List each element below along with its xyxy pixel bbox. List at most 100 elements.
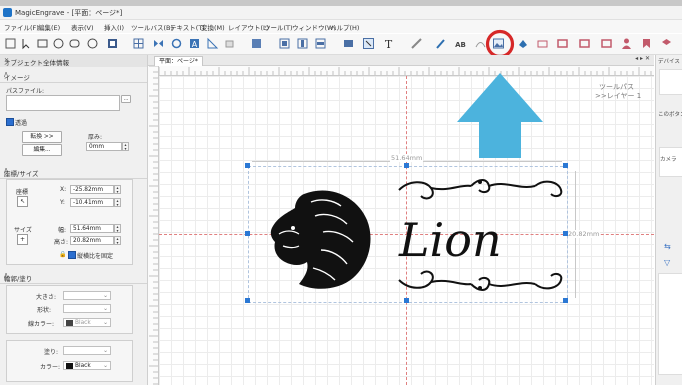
tab-controls[interactable]: ◂ ▸ ✕ xyxy=(635,55,650,62)
height-label: 高さ: xyxy=(54,239,69,246)
object-properties-panel: オブジェクト全体情報 ✕ イメージ ᐱ パスファイル: ... 透過 転換 >>… xyxy=(0,55,148,385)
shape-icon[interactable] xyxy=(224,37,237,50)
anchor-point-icon[interactable]: ↖ xyxy=(17,196,28,207)
select-frame-icon[interactable] xyxy=(362,37,375,50)
color-swatch-icon xyxy=(66,362,73,369)
bookmark-icon[interactable] xyxy=(640,37,653,50)
menu-view[interactable]: 表示(V) xyxy=(71,22,94,32)
engrave-icon[interactable] xyxy=(536,37,549,50)
menu-file[interactable]: ファイル(F) xyxy=(4,22,39,32)
text-tool-icon[interactable]: T xyxy=(382,37,395,50)
fill-icon[interactable] xyxy=(516,37,529,50)
transparent-checkbox[interactable] xyxy=(6,118,14,126)
edit-button[interactable]: 編集... xyxy=(22,144,62,156)
refresh-icon[interactable]: ⇆ xyxy=(664,242,671,251)
resize-handle-top[interactable] xyxy=(404,163,409,168)
align-left-icon[interactable] xyxy=(278,37,291,50)
grid-icon[interactable] xyxy=(132,37,145,50)
measure-icon[interactable] xyxy=(206,37,219,50)
horizontal-ruler xyxy=(159,66,654,76)
frame-icon-2[interactable] xyxy=(578,37,591,50)
ellipse-icon[interactable] xyxy=(52,37,65,50)
y-input[interactable]: -10.41mm xyxy=(70,198,114,207)
outline-color-select[interactable]: Black ⌄ xyxy=(63,318,111,327)
width-label: 幅: xyxy=(58,227,67,234)
collapse-icon[interactable]: ᐱ xyxy=(4,168,141,175)
browse-button[interactable]: ... xyxy=(121,95,131,103)
menu-help[interactable]: ヘルプ(H) xyxy=(330,22,359,32)
path-file-label: パスファイル: xyxy=(6,88,45,95)
circle-icon[interactable] xyxy=(86,37,99,50)
design-canvas[interactable]: ツールパス >>レイヤー 1 51.64mm 20.82mm Lion xyxy=(159,76,654,385)
pointer-icon[interactable] xyxy=(20,37,33,50)
ornament-top xyxy=(398,179,563,200)
menu-transform[interactable]: 変換(M) xyxy=(201,22,225,32)
frame-icon-1[interactable] xyxy=(556,37,569,50)
align-right-icon[interactable] xyxy=(314,37,327,50)
svg-text:T: T xyxy=(385,38,393,50)
align-center-icon[interactable] xyxy=(296,37,309,50)
outline-fill-section-header[interactable]: 輪郭/塗り ᐱ xyxy=(0,271,147,284)
size-anchor-icon[interactable]: + xyxy=(17,234,28,245)
resize-handle-top-right[interactable] xyxy=(563,163,568,168)
lion-logo-artwork[interactable]: Lion xyxy=(249,176,569,296)
height-stepper[interactable]: ▴ ▾ xyxy=(114,236,121,245)
lock-ratio-checkbox[interactable] xyxy=(68,251,76,259)
image-section-header[interactable]: イメージ ᐱ xyxy=(0,70,147,83)
tab-page[interactable]: 平面：ページ* xyxy=(154,56,203,66)
person-icon[interactable] xyxy=(620,37,633,50)
x-input[interactable]: -25.82mm xyxy=(70,185,114,194)
convert-button[interactable]: 転換 >> xyxy=(22,131,62,143)
layers-icon[interactable] xyxy=(660,37,673,50)
resize-handle-bottom[interactable] xyxy=(404,298,409,303)
fill-color-select[interactable]: Black ⌄ xyxy=(63,361,111,370)
y-label: Y: xyxy=(60,199,65,206)
rectangle-icon[interactable] xyxy=(36,37,49,50)
width-stepper[interactable]: ▴ ▾ xyxy=(114,224,121,233)
menu-toolpath[interactable]: ツールバス(B) xyxy=(131,22,173,32)
frame-icon-3[interactable] xyxy=(600,37,613,50)
geometry-section-header[interactable]: 座標/サイズ ᐱ xyxy=(0,166,147,179)
path-file-field[interactable] xyxy=(6,95,120,111)
rotate-icon[interactable] xyxy=(170,37,183,50)
layer-label-layer: >>レイヤー 1 xyxy=(595,92,642,100)
thickness-input[interactable]: 0mm xyxy=(86,142,122,151)
thickness-label: 厚み: xyxy=(88,134,103,141)
pattern-icon[interactable] xyxy=(106,37,119,50)
lock-ratio-label: 縦横比を固定 xyxy=(77,253,114,260)
group-icon[interactable] xyxy=(342,37,355,50)
pin-icon[interactable]: ✕ xyxy=(4,57,141,64)
y-stepper[interactable]: ▴ ▾ xyxy=(114,198,121,207)
svg-text:A: A xyxy=(192,40,198,49)
device-item-2[interactable]: カメラ xyxy=(660,155,677,163)
resize-handle-bottom-right[interactable] xyxy=(563,298,568,303)
menu-edit[interactable]: 編集(E) xyxy=(38,22,60,32)
laser-icon[interactable] xyxy=(434,37,447,50)
rounded-rect-icon[interactable] xyxy=(68,37,81,50)
outline-size-select[interactable]: ⌄ xyxy=(63,291,111,300)
text-icon[interactable]: A xyxy=(188,37,201,50)
thickness-stepper[interactable]: ▴ ▾ xyxy=(122,142,129,151)
ab-text-icon[interactable]: AB xyxy=(454,37,467,50)
collapse-icon[interactable]: ᐱ xyxy=(4,273,141,280)
height-input[interactable]: 20.82mm xyxy=(70,236,114,245)
menu-text[interactable]: テキスト(T) xyxy=(170,22,205,32)
menu-bar: ファイル(F) 編集(E) 表示(V) 挿入(I) ツールバス(B) テキスト(… xyxy=(0,20,682,33)
x-stepper[interactable]: ▴ ▾ xyxy=(114,185,121,194)
outline-shape-select[interactable]: ⌄ xyxy=(63,304,111,313)
svg-text:AB: AB xyxy=(455,41,466,49)
resize-handle-bottom-left[interactable] xyxy=(245,298,250,303)
new-icon[interactable] xyxy=(4,37,17,50)
width-input[interactable]: 51.64mm xyxy=(70,224,114,233)
mirror-icon[interactable] xyxy=(152,37,165,50)
fill-select[interactable]: ⌄ xyxy=(63,346,111,355)
device-list[interactable] xyxy=(658,273,682,375)
pen-icon[interactable] xyxy=(410,37,423,50)
resize-handle-top-left[interactable] xyxy=(245,163,250,168)
layout-icon[interactable] xyxy=(250,37,263,50)
filter-icon[interactable]: ▽ xyxy=(664,258,670,267)
menu-tools[interactable]: ツール(T) xyxy=(264,22,293,32)
device-item-1[interactable]: このボタン... xyxy=(658,110,682,118)
menu-insert[interactable]: 挿入(I) xyxy=(104,22,124,32)
collapse-icon[interactable]: ᐱ xyxy=(4,72,141,79)
